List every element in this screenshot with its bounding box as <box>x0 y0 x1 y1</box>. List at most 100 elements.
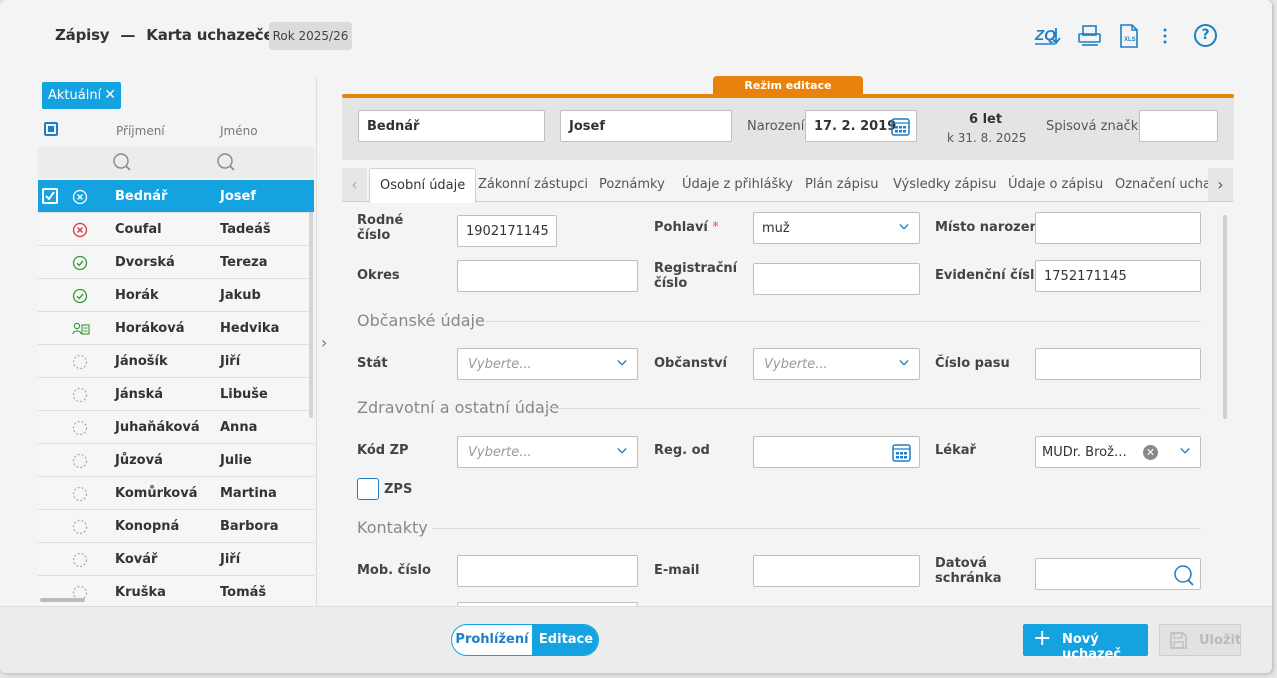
gender-select[interactable]: muž <box>753 212 920 244</box>
applicant-surname: Komůrková <box>115 486 198 501</box>
more-vertical-icon[interactable] <box>1156 22 1186 50</box>
tab-4[interactable]: Údaje z přihlášky <box>682 168 793 202</box>
page-title: Zápisy — Karta uchazeče <box>55 26 274 44</box>
clear-icon[interactable]: ✕ <box>1143 445 1158 460</box>
chevron-right-icon[interactable]: › <box>1208 168 1233 201</box>
birth-date-field[interactable]: 17. 2. 2019 <box>805 110 917 142</box>
birth-place-field[interactable] <box>1035 212 1201 244</box>
list-item[interactable]: Kruška Tomáš <box>38 576 314 609</box>
select-all-checkbox[interactable] <box>44 122 58 136</box>
country-placeholder: Vyberte... <box>468 357 532 372</box>
tab-7[interactable]: Údaje o zápisu <box>1008 168 1103 202</box>
zps-checkbox[interactable] <box>357 478 379 500</box>
data-box-field[interactable] <box>1035 558 1201 590</box>
pending-status-icon <box>72 519 88 535</box>
list-item[interactable]: Komůrková Martina <box>38 477 314 510</box>
rejected-status-icon <box>72 189 88 205</box>
doctor-label: Lékař <box>935 443 976 458</box>
xls-export-icon[interactable]: XLS <box>1116 22 1146 50</box>
doctor-select[interactable]: MUDr. Brož… ✕ <box>1035 436 1201 468</box>
surname-value: Bednář <box>367 119 420 134</box>
pending-status-icon <box>72 387 88 403</box>
chevron-down-icon <box>617 448 627 454</box>
registration-number-field[interactable] <box>753 263 920 295</box>
zps-label: ZPS <box>384 482 413 497</box>
section-divider <box>432 528 1201 529</box>
first-name-value: Josef <box>569 119 605 134</box>
close-icon[interactable]: ✕ <box>104 82 116 109</box>
search-icon[interactable] <box>216 152 236 172</box>
tab-8[interactable]: Označení uchaz <box>1115 168 1208 202</box>
print-icon[interactable] <box>1076 22 1106 50</box>
pending-status-icon <box>72 354 88 370</box>
search-icon[interactable] <box>112 152 132 172</box>
applicant-first-name: Julie <box>220 453 252 468</box>
list-item[interactable]: Kovář Jiří <box>38 543 314 576</box>
row-checkbox[interactable] <box>42 188 58 204</box>
tab-3[interactable]: Poznámky <box>599 168 665 202</box>
filter-chip-current[interactable]: Aktuální ✕ <box>42 82 121 109</box>
save-button[interactable]: Uložit <box>1159 624 1241 656</box>
save-icon <box>1170 632 1187 649</box>
calendar-icon[interactable] <box>891 117 910 136</box>
country-select[interactable]: Vyberte... <box>457 348 638 380</box>
chevron-left-icon[interactable]: ‹ <box>342 168 367 201</box>
record-number-field[interactable]: 1752171145 <box>1035 260 1201 292</box>
file-number-field[interactable] <box>1139 110 1218 142</box>
new-applicant-label: Nový uchazeč <box>1062 632 1122 662</box>
panel-splitter[interactable] <box>316 78 317 606</box>
district-field[interactable] <box>457 260 638 292</box>
list-filter-row <box>38 147 314 179</box>
list-item[interactable]: Jánská Libuše <box>38 378 314 411</box>
first-name-field[interactable]: Josef <box>560 110 732 142</box>
section-title-civic: Občanské údaje <box>357 311 485 330</box>
list-item[interactable]: Coufal Tadeáš <box>38 213 314 246</box>
list-item[interactable]: Dvorská Tereza <box>38 246 314 279</box>
list-item[interactable]: Horák Jakub <box>38 279 314 312</box>
tab-1[interactable]: Osobní údaje <box>369 168 477 203</box>
citizenship-select[interactable]: Vyberte... <box>753 348 920 380</box>
list-scrollbar[interactable] <box>309 212 313 418</box>
chevron-right-icon[interactable]: › <box>321 333 327 352</box>
pending-status-icon <box>72 453 88 469</box>
calendar-icon[interactable] <box>892 443 911 462</box>
accepted-status-icon <box>72 255 88 271</box>
list-item[interactable]: Jánošík Jiří <box>38 345 314 378</box>
form-scrollbar[interactable] <box>1223 215 1227 419</box>
applicant-surname: Kruška <box>115 585 166 600</box>
applicant-first-name: Jakub <box>220 288 261 303</box>
birth-number-field[interactable]: 1902171145 <box>457 215 557 247</box>
edit-mode-button[interactable]: Editace <box>532 625 598 655</box>
list-item[interactable]: Jůzová Julie <box>38 444 314 477</box>
export-icon[interactable]: ZQ <box>1034 22 1064 50</box>
tab-6[interactable]: Výsledky zápisu <box>893 168 996 202</box>
tab-5[interactable]: Plán zápisu <box>805 168 878 202</box>
mobile-field[interactable] <box>457 555 638 587</box>
column-header-surname[interactable]: Příjmení <box>116 124 165 138</box>
applicant-first-name: Tadeáš <box>220 222 271 237</box>
school-year-badge[interactable]: Rok 2025/26 <box>269 22 352 50</box>
search-icon[interactable] <box>1172 564 1194 586</box>
passport-number-label: Číslo pasu <box>935 356 1010 371</box>
registered-status-icon <box>72 321 90 337</box>
email-field[interactable] <box>753 555 920 587</box>
new-applicant-button[interactable]: + Nový uchazeč <box>1023 624 1148 662</box>
registered-from-label: Reg. od <box>654 443 710 458</box>
applicant-surname: Jánošík <box>115 354 168 369</box>
list-item[interactable]: Horáková Hedvika <box>38 312 314 345</box>
view-mode-button[interactable]: Prohlížení <box>452 625 532 655</box>
list-item[interactable]: Konopná Barbora <box>38 510 314 543</box>
insurance-code-select[interactable]: Vyberte... <box>457 436 638 468</box>
birth-number-value: 1902171145 <box>466 224 549 239</box>
column-header-name[interactable]: Jméno <box>220 124 258 138</box>
applicant-surname: Dvorská <box>115 255 175 270</box>
list-horizontal-scrollbar[interactable] <box>40 598 85 602</box>
help-icon[interactable]: ? <box>1194 24 1217 47</box>
registered-from-field[interactable] <box>753 436 920 468</box>
list-item[interactable]: Bednář Josef <box>38 180 314 213</box>
surname-field[interactable]: Bednář <box>358 110 545 142</box>
section-divider <box>546 408 1201 409</box>
passport-number-field[interactable] <box>1035 348 1201 380</box>
list-item[interactable]: Juhaňáková Anna <box>38 411 314 444</box>
tab-2[interactable]: Zákonní zástupci <box>478 168 588 202</box>
